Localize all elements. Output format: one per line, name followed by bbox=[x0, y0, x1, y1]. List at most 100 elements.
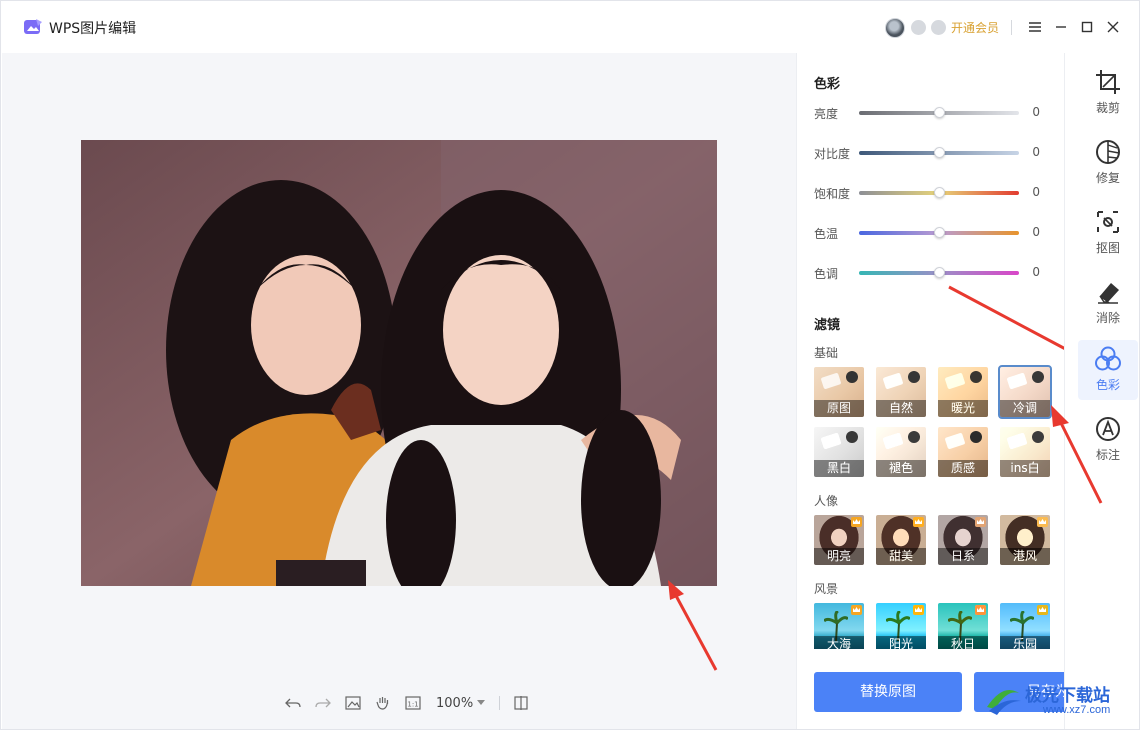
filter-section-title: 滤镜 bbox=[814, 318, 841, 333]
slider-value: 0 bbox=[1032, 105, 1040, 119]
saturation-slider[interactable]: 饱和度 0 bbox=[814, 185, 1054, 201]
tool-label: 标注 bbox=[1095, 448, 1120, 462]
member-badge-icon bbox=[911, 20, 926, 35]
slider-thumb[interactable] bbox=[933, 227, 945, 238]
basic-filter-grid: 原图 自然 暖光 冷调 黑白 褪色 质感 ins白 bbox=[814, 365, 1052, 477]
app-title: WPS图片编辑 bbox=[49, 21, 137, 37]
slider-track[interactable] bbox=[859, 227, 1019, 238]
maximize-icon[interactable] bbox=[1077, 17, 1097, 37]
slider-value: 0 bbox=[1032, 225, 1040, 239]
filter-thumb-natural[interactable]: 自然 bbox=[876, 367, 926, 417]
menu-icon[interactable] bbox=[1025, 17, 1045, 37]
actual-size-icon[interactable]: 1:1 bbox=[404, 694, 422, 712]
edited-photo[interactable] bbox=[81, 140, 717, 586]
color-icon bbox=[1095, 346, 1121, 371]
crown-icon bbox=[1037, 605, 1048, 615]
color-section-title: 色彩 bbox=[814, 77, 841, 92]
open-vip-link[interactable]: 开通会员 bbox=[951, 19, 999, 36]
filter-thumb-cool[interactable]: 冷调 bbox=[998, 365, 1052, 419]
hand-pan-icon[interactable] bbox=[374, 694, 392, 712]
title-bar: WPS图片编辑 开通会员 bbox=[1, 1, 1139, 53]
tool-label: 裁剪 bbox=[1095, 101, 1120, 115]
slider-thumb[interactable] bbox=[933, 187, 945, 198]
filter-label: 甜美 bbox=[876, 548, 926, 565]
tool-annotate[interactable]: 标注 bbox=[1078, 410, 1138, 470]
brightness-slider[interactable]: 亮度 0 bbox=[814, 105, 1054, 121]
tool-repair[interactable]: 修复 bbox=[1078, 133, 1138, 193]
filter-label: 自然 bbox=[876, 400, 926, 417]
tool-label: 消除 bbox=[1095, 311, 1120, 325]
minimize-icon[interactable] bbox=[1051, 17, 1071, 37]
zoom-select[interactable]: 100% bbox=[436, 695, 486, 711]
filter-label: 褪色 bbox=[876, 460, 926, 477]
tool-erase[interactable]: 消除 bbox=[1078, 273, 1138, 333]
filter-label: ins白 bbox=[1000, 460, 1050, 477]
crop-icon bbox=[1096, 70, 1120, 94]
slider-thumb[interactable] bbox=[933, 147, 945, 158]
contrast-slider[interactable]: 对比度 0 bbox=[814, 145, 1054, 161]
close-icon[interactable] bbox=[1103, 17, 1123, 37]
slider-thumb[interactable] bbox=[933, 107, 945, 118]
replace-original-button[interactable]: 替换原图 bbox=[814, 672, 962, 712]
slider-track[interactable] bbox=[859, 267, 1019, 278]
filter-thumb-sweet[interactable]: 甜美 bbox=[876, 515, 926, 565]
filter-label: 明亮 bbox=[814, 548, 864, 565]
filter-thumb-autumn[interactable]: 秋日 bbox=[938, 603, 988, 649]
svg-text:1:1: 1:1 bbox=[407, 701, 418, 709]
filter-label: 冷调 bbox=[1000, 400, 1050, 417]
filter-label: 质感 bbox=[938, 460, 988, 477]
zoom-value: 100% bbox=[436, 695, 474, 711]
filter-thumb-sea[interactable]: 大海 bbox=[814, 603, 864, 649]
crown-icon bbox=[975, 517, 986, 527]
slider-label: 色调 bbox=[814, 267, 839, 281]
filter-thumb-bright[interactable]: 明亮 bbox=[814, 515, 864, 565]
filter-group-landscape-title: 风景 bbox=[814, 582, 839, 596]
filter-thumb-original[interactable]: 原图 bbox=[814, 367, 864, 417]
filter-thumb-ins-white[interactable]: ins白 bbox=[1000, 427, 1050, 477]
filter-thumb-paradise[interactable]: 乐园 bbox=[1000, 603, 1050, 649]
tool-cutout[interactable]: 抠图 bbox=[1078, 203, 1138, 263]
image-icon[interactable] bbox=[344, 694, 362, 712]
tool-crop[interactable]: 裁剪 bbox=[1078, 63, 1138, 123]
slider-track[interactable] bbox=[859, 147, 1019, 158]
canvas-area[interactable]: 1:1 100% bbox=[2, 53, 796, 729]
crown-icon bbox=[1037, 517, 1048, 527]
red-arrow-annotation bbox=[668, 580, 718, 671]
filter-thumb-japanese[interactable]: 日系 bbox=[938, 515, 988, 565]
filter-thumb-faded[interactable]: 褪色 bbox=[876, 427, 926, 477]
compare-icon[interactable] bbox=[512, 694, 530, 712]
crown-icon bbox=[913, 517, 924, 527]
undo-icon[interactable] bbox=[284, 694, 302, 712]
app-window: WPS图片编辑 开通会员 1:1 100% 色彩 亮度 0 对比度 0 饱和度 … bbox=[0, 0, 1140, 730]
filter-thumb-bw[interactable]: 黑白 bbox=[814, 427, 864, 477]
landscape-filter-grid: 大海 阳光 秋日 乐园 bbox=[814, 603, 1050, 649]
filter-label: 大海 bbox=[814, 636, 864, 649]
filter-thumb-hk-style[interactable]: 港风 bbox=[1000, 515, 1050, 565]
slider-track[interactable] bbox=[859, 107, 1019, 118]
annotate-icon bbox=[1096, 417, 1120, 441]
filter-thumb-warm[interactable]: 暖光 bbox=[938, 367, 988, 417]
slider-value: 0 bbox=[1032, 185, 1040, 199]
filter-thumb-texture[interactable]: 质感 bbox=[938, 427, 988, 477]
temperature-slider[interactable]: 色温 0 bbox=[814, 225, 1054, 241]
tool-label: 色彩 bbox=[1095, 378, 1120, 392]
user-avatar[interactable] bbox=[885, 18, 905, 38]
app-logo-icon bbox=[24, 19, 42, 34]
slider-thumb[interactable] bbox=[933, 267, 945, 278]
canvas-toolbar: 1:1 100% bbox=[284, 691, 530, 715]
crown-icon bbox=[975, 605, 986, 615]
redo-icon[interactable] bbox=[314, 694, 332, 712]
slider-value: 0 bbox=[1032, 265, 1040, 279]
cutout-icon bbox=[1097, 211, 1119, 233]
slider-label: 饱和度 bbox=[814, 187, 851, 201]
tool-label: 修复 bbox=[1095, 171, 1120, 185]
filter-label: 港风 bbox=[1000, 548, 1050, 565]
tool-color[interactable]: 色彩 bbox=[1078, 340, 1138, 400]
filter-thumb-sunshine[interactable]: 阳光 bbox=[876, 603, 926, 649]
title-separator bbox=[1011, 20, 1012, 35]
slider-track[interactable] bbox=[859, 187, 1019, 198]
slider-value: 0 bbox=[1032, 145, 1040, 159]
tint-slider[interactable]: 色调 0 bbox=[814, 265, 1054, 281]
filter-label: 秋日 bbox=[938, 636, 988, 649]
coin-badge-icon bbox=[931, 20, 946, 35]
